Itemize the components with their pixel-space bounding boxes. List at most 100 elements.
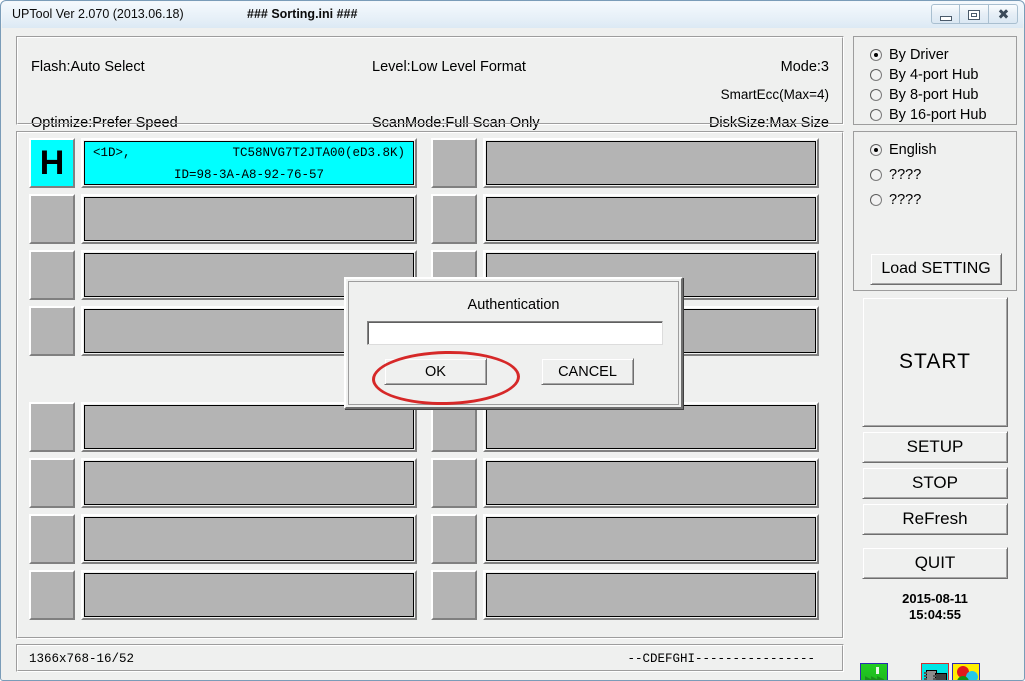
drive-slot-body[interactable] xyxy=(81,458,417,508)
status-bar: 1366x768-16/52 --CDEFGHI---------------- xyxy=(16,644,844,672)
drive-slot-body[interactable] xyxy=(483,402,819,452)
restore-icon xyxy=(968,10,980,20)
close-icon: ✖ xyxy=(997,7,1010,23)
radio-label: ???? xyxy=(889,192,922,208)
clock-date: 2015-08-11 xyxy=(902,591,968,606)
color-circles-icon[interactable] xyxy=(952,663,980,680)
language-option-1[interactable]: ???? xyxy=(870,167,921,183)
close-button[interactable]: ✖ xyxy=(989,4,1018,24)
status-resolution: 1366x768-16/52 xyxy=(29,652,135,666)
drive-slot-letter[interactable] xyxy=(431,514,477,564)
drive-slot-letter[interactable] xyxy=(431,570,477,620)
drive-slot-row[interactable] xyxy=(431,458,819,508)
application-window: UPTool Ver 2.070 (2013.06.18) ### Sortin… xyxy=(0,0,1025,681)
info-column-level: Level:Low Level Format ScanMode:Full Sca… xyxy=(372,53,540,137)
drive-slot-id: ID=98-3A-A8-92-76-57 xyxy=(173,168,325,182)
drive-slot-body[interactable]: <1D>, TC58NVG7T2JTA00(eD3.8K) ID=98-3A-A8-… xyxy=(81,138,417,188)
drive-slot-row[interactable] xyxy=(431,138,819,188)
ok-button[interactable]: OK xyxy=(384,358,487,385)
clock: 2015-08-11 15:04:55 xyxy=(853,591,1017,623)
drive-slot-letter[interactable] xyxy=(29,402,75,452)
drive-slot-detail: <1D>, TC58NVG7T2JTA00(eD3.8K) ID=98-3A-A8-… xyxy=(84,141,414,185)
hub-option-1[interactable]: By 4-port Hub xyxy=(870,67,978,83)
drive-slot-row[interactable] xyxy=(431,402,819,452)
drive-slot-body[interactable] xyxy=(81,402,417,452)
radio-indicator-icon xyxy=(870,144,882,156)
drive-slot-letter[interactable]: H xyxy=(29,138,75,188)
radio-indicator-icon xyxy=(870,49,882,61)
radio-label: By Driver xyxy=(889,47,949,63)
drive-slot-detail xyxy=(84,461,414,505)
drive-slot-letter[interactable] xyxy=(29,194,75,244)
circle-green-icon xyxy=(957,676,969,680)
drive-slot-body[interactable] xyxy=(81,194,417,244)
drive-slot-row[interactable] xyxy=(29,514,417,564)
authentication-input[interactable] xyxy=(367,321,663,345)
drive-slot-detail xyxy=(84,197,414,241)
chip-right-icon xyxy=(933,673,947,680)
drive-slot-letter[interactable] xyxy=(29,458,75,508)
hub-option-2[interactable]: By 8-port Hub xyxy=(870,87,978,103)
drive-slot-letter[interactable] xyxy=(431,194,477,244)
drive-slot-detail xyxy=(486,197,816,241)
setup-button[interactable]: SETUP xyxy=(862,431,1008,463)
drive-slot-letter[interactable] xyxy=(29,570,75,620)
start-button[interactable]: START xyxy=(862,297,1008,427)
cancel-button[interactable]: CANCEL xyxy=(541,358,634,385)
drive-slot-row[interactable] xyxy=(29,402,417,452)
maximize-button[interactable] xyxy=(960,4,989,24)
drive-slot-body[interactable] xyxy=(483,570,819,620)
drive-slot-row[interactable] xyxy=(431,194,819,244)
info-level: Level:Low Level Format xyxy=(372,59,526,75)
drive-slot-body[interactable] xyxy=(81,570,417,620)
drive-slot-letter[interactable] xyxy=(431,138,477,188)
drive-slot-letter[interactable] xyxy=(431,402,477,452)
config-info-panel: Flash:Auto Select Optimize:Prefer Speed … xyxy=(16,36,844,131)
info-column-flash: Flash:Auto Select Optimize:Prefer Speed xyxy=(31,53,178,137)
quit-button[interactable]: QUIT xyxy=(862,547,1008,579)
radio-indicator-icon xyxy=(870,194,882,206)
action-button-group: START SETUP STOP ReFresh xyxy=(853,297,1017,535)
minimize-button[interactable] xyxy=(931,4,960,24)
drive-slot-detail xyxy=(84,573,414,617)
radio-label: By 4-port Hub xyxy=(889,67,979,83)
dialog-title: Authentication xyxy=(467,297,560,313)
drive-slot-row[interactable] xyxy=(29,458,417,508)
drive-slot-body[interactable] xyxy=(483,194,819,244)
drive-slot-row[interactable] xyxy=(431,570,819,620)
stop-button[interactable]: STOP xyxy=(862,467,1008,499)
radio-label: English xyxy=(889,142,937,158)
refresh-button[interactable]: ReFresh xyxy=(862,503,1008,535)
minimize-icon xyxy=(940,16,952,21)
drive-slot-row[interactable] xyxy=(29,194,417,244)
drive-slot-body[interactable] xyxy=(81,514,417,564)
drive-slot-letter[interactable] xyxy=(29,306,75,356)
drive-slot-body[interactable] xyxy=(483,458,819,508)
drive-slot-detail xyxy=(486,405,816,449)
factory-roof-icon xyxy=(865,676,884,680)
chip-icon[interactable] xyxy=(921,663,949,680)
app-title: UPTool Ver 2.070 (2013.06.18) xyxy=(12,7,184,21)
drive-slot-letter[interactable] xyxy=(431,458,477,508)
drive-slot-letter[interactable] xyxy=(29,514,75,564)
drive-slot-body[interactable] xyxy=(483,514,819,564)
radio-label: ???? xyxy=(889,167,922,183)
drive-slot-detail xyxy=(486,461,816,505)
drive-slot-detail xyxy=(84,517,414,561)
radio-indicator-icon xyxy=(870,69,882,81)
hub-option-3[interactable]: By 16-port Hub xyxy=(870,107,987,123)
drive-slot-row[interactable]: H <1D>, TC58NVG7T2JTA00(eD3.8K) ID=98-3A-A8… xyxy=(29,138,417,188)
drive-slot-detail xyxy=(486,141,816,185)
language-option-0[interactable]: English xyxy=(870,142,937,158)
hub-option-0[interactable]: By Driver xyxy=(870,47,949,63)
drive-slot-row[interactable] xyxy=(29,570,417,620)
load-setting-button[interactable]: Load SETTING xyxy=(870,253,1002,285)
drive-slot-body[interactable] xyxy=(483,138,819,188)
factory-icon[interactable] xyxy=(860,663,888,680)
factory-smoke-icon xyxy=(876,667,879,674)
info-mode: Mode:3 xyxy=(780,59,829,75)
language-option-2[interactable]: ???? xyxy=(870,192,921,208)
drive-slot-row[interactable] xyxy=(431,514,819,564)
drive-slot-detail xyxy=(486,517,816,561)
drive-slot-letter[interactable] xyxy=(29,250,75,300)
